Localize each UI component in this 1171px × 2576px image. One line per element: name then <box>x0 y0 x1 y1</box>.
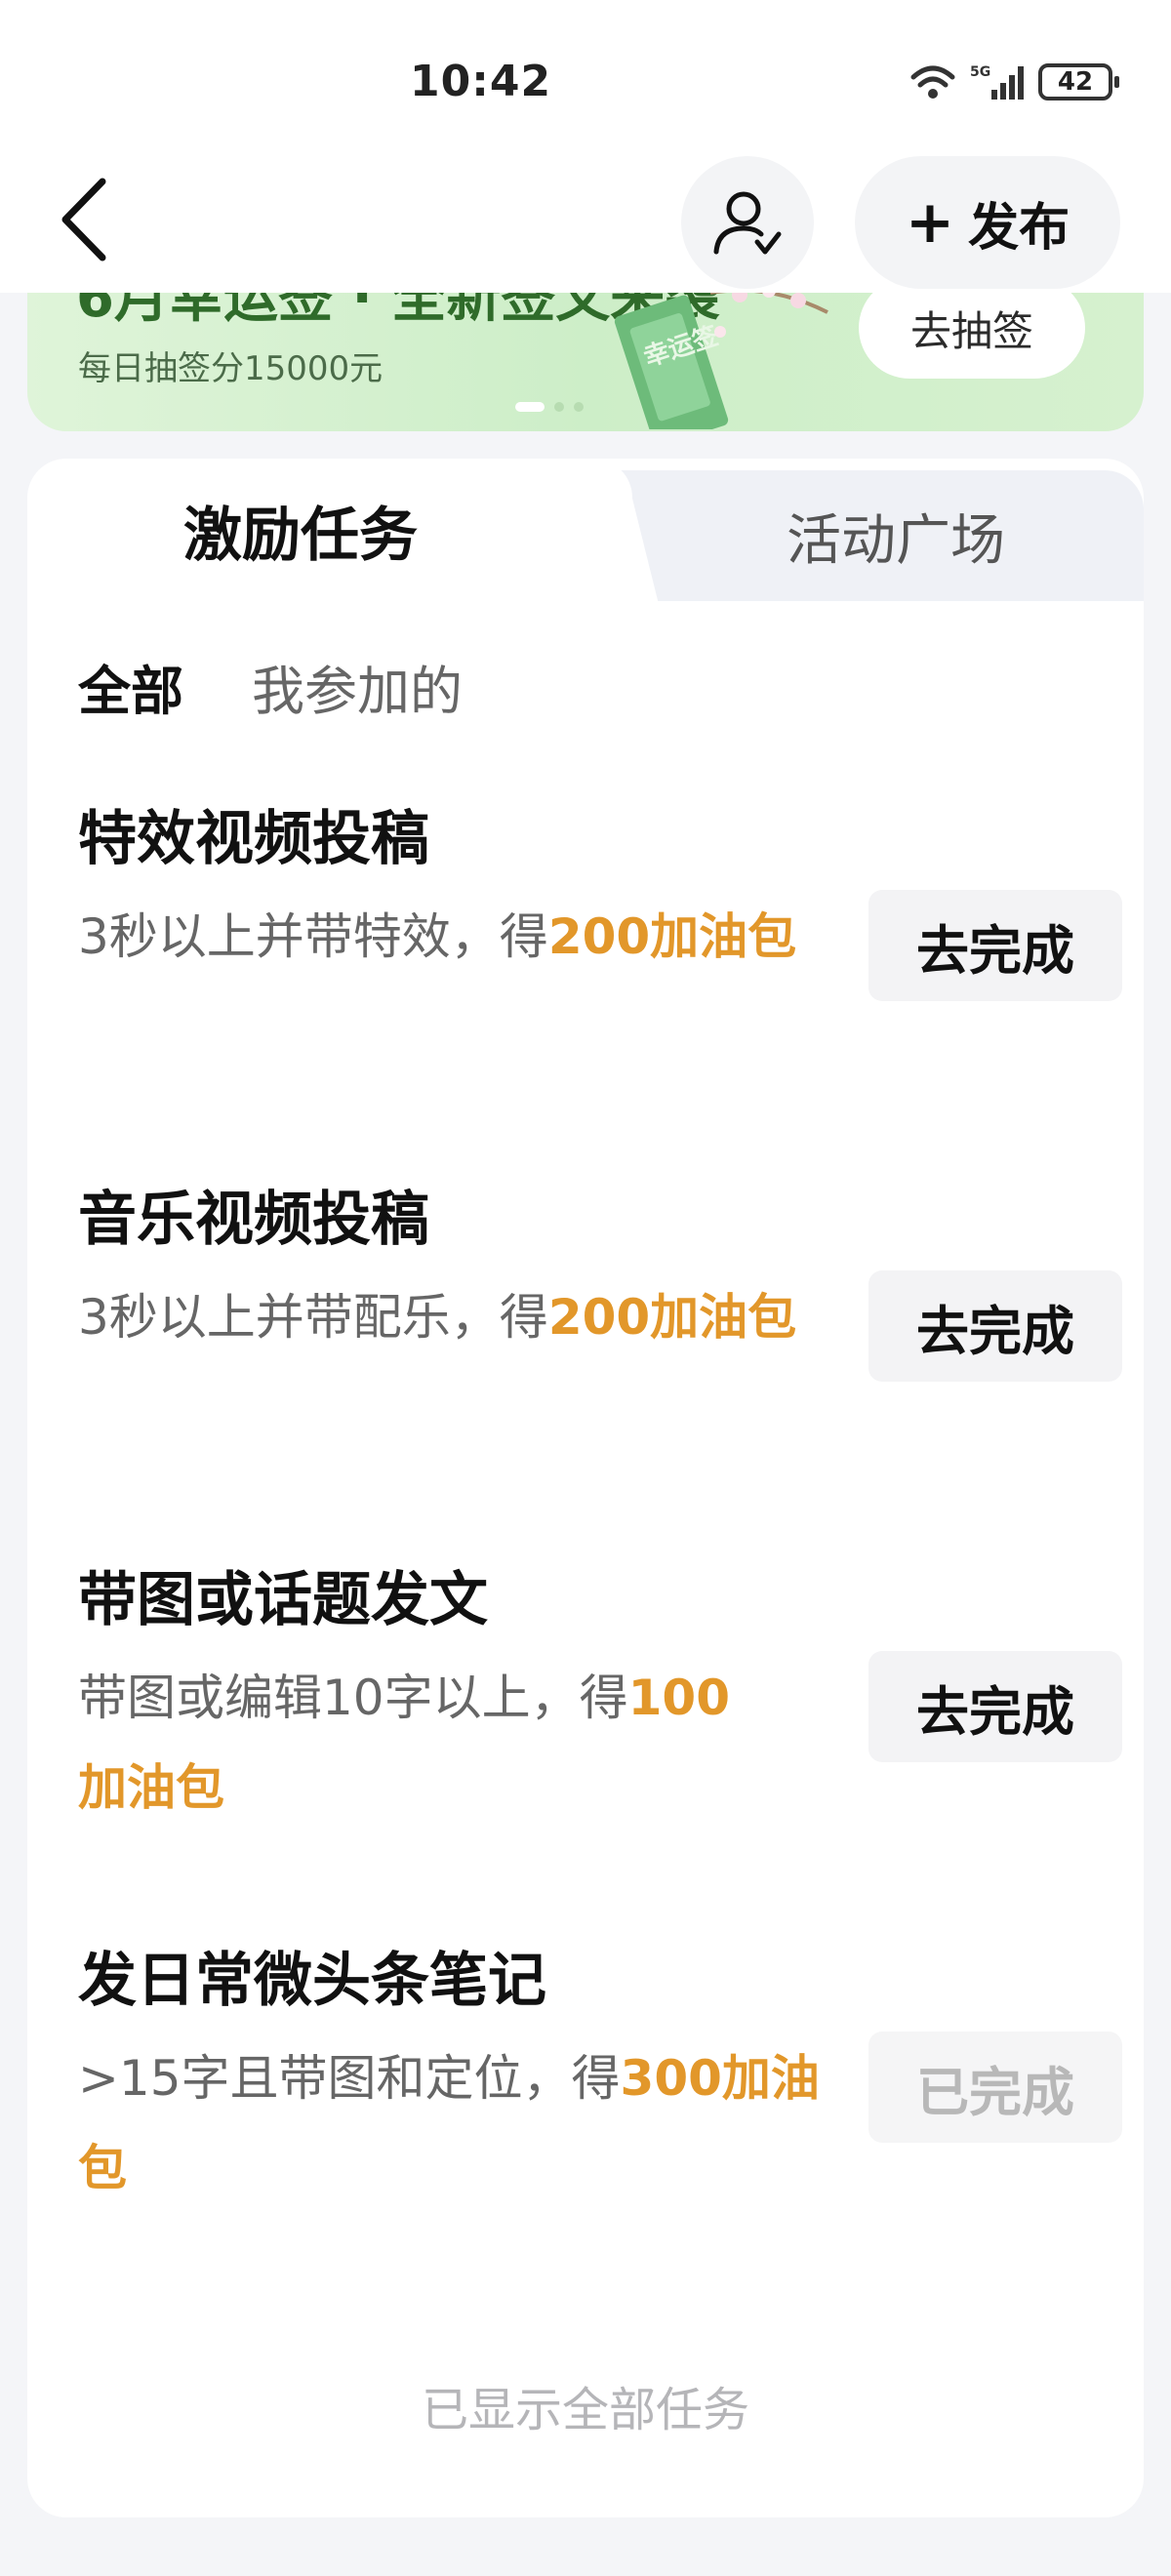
banner-pagination <box>515 402 584 412</box>
task-description: 带图或编辑10字以上，得100加油包 <box>78 1653 761 1832</box>
task-title: 带图或话题发文 <box>78 1566 488 1634</box>
task-description: 3秒以上并带特效，得200加油包 <box>78 892 859 982</box>
go-complete-button[interactable]: 去完成 <box>868 890 1122 1001</box>
back-button[interactable] <box>39 166 127 273</box>
task-filters: 全部 我参加的 <box>78 648 463 725</box>
task-requirement: 3秒以上并带特效，得 <box>78 908 548 965</box>
task-title: 特效视频投稿 <box>78 805 429 873</box>
task-reward: 200加油包 <box>547 1289 797 1346</box>
banner-subtitle: 每日抽签分15000元 <box>78 349 384 388</box>
tab-incentive-tasks[interactable]: 激励任务 <box>27 459 632 601</box>
bottom-spacer <box>0 2527 1171 2576</box>
task-item: 带图或话题发文 带图或编辑10字以上，得100加油包 去完成 <box>78 1561 1122 1832</box>
tab-activity-square[interactable]: 活动广场 <box>652 470 1140 601</box>
task-reward: 200加油包 <box>547 908 797 965</box>
task-item: 音乐视频投稿 3秒以上并带配乐，得200加油包 去完成 <box>78 1181 1122 1382</box>
status-time: 10:42 <box>410 57 552 106</box>
task-requirement: >15字且带图和定位，得 <box>78 2050 621 2107</box>
network-type-text: 5G <box>970 64 990 80</box>
task-requirement: 3秒以上并带配乐，得 <box>78 1289 548 1346</box>
status-icons: 5G 42 <box>909 62 1119 101</box>
task-description: >15字且带图和定位，得300加油包 <box>78 2033 859 2213</box>
creator-profile-button[interactable] <box>681 156 814 289</box>
top-nav: + 发布 <box>0 156 1171 293</box>
publish-label: 发布 <box>968 198 1070 258</box>
signal-icon: 5G <box>970 64 1024 100</box>
publish-button[interactable]: + 发布 <box>855 156 1120 289</box>
pagination-dot <box>515 402 545 412</box>
task-description: 3秒以上并带配乐，得200加油包 <box>78 1272 859 1362</box>
filter-all[interactable]: 全部 <box>78 648 183 725</box>
chevron-left-icon <box>61 178 106 262</box>
task-item: 发日常微头条笔记 >15字且带图和定位，得300加油包 已完成 <box>78 1942 1122 2213</box>
all-tasks-shown-note: 已显示全部任务 <box>421 2383 749 2437</box>
page: 10:42 5G 42 6月幸运签 · 全新签文来袭 每日抽签分15000元 幸… <box>0 0 1171 2576</box>
go-complete-button[interactable]: 去完成 <box>868 1651 1122 1762</box>
user-verified-icon <box>713 191 782 255</box>
pagination-dot <box>574 402 584 412</box>
plus-icon: + <box>905 188 955 257</box>
task-title: 音乐视频投稿 <box>78 1186 429 1254</box>
task-title: 发日常微头条笔记 <box>78 1947 546 2015</box>
lucky-sign-illustration: 幸运签 <box>614 284 828 429</box>
wifi-icon <box>910 65 955 99</box>
task-requirement: 带图或编辑10字以上，得 <box>78 1670 628 1726</box>
task-card: 活动广场 激励任务 全部 我参加的 特效视频投稿 3秒以上并带特效，得200加油… <box>27 459 1144 2517</box>
filter-joined[interactable]: 我参加的 <box>252 648 463 725</box>
tab-bar: 活动广场 激励任务 <box>27 459 1144 601</box>
task-item: 特效视频投稿 3秒以上并带特效，得200加油包 去完成 <box>78 800 1122 1001</box>
completed-button[interactable]: 已完成 <box>868 2032 1122 2143</box>
status-bar: 10:42 5G 42 <box>0 0 1171 156</box>
battery-icon: 42 <box>1038 63 1119 101</box>
go-complete-button[interactable]: 去完成 <box>868 1270 1122 1382</box>
pagination-dot <box>554 402 564 412</box>
battery-level: 42 <box>1057 67 1094 97</box>
tab-label: 激励任务 <box>183 501 418 570</box>
